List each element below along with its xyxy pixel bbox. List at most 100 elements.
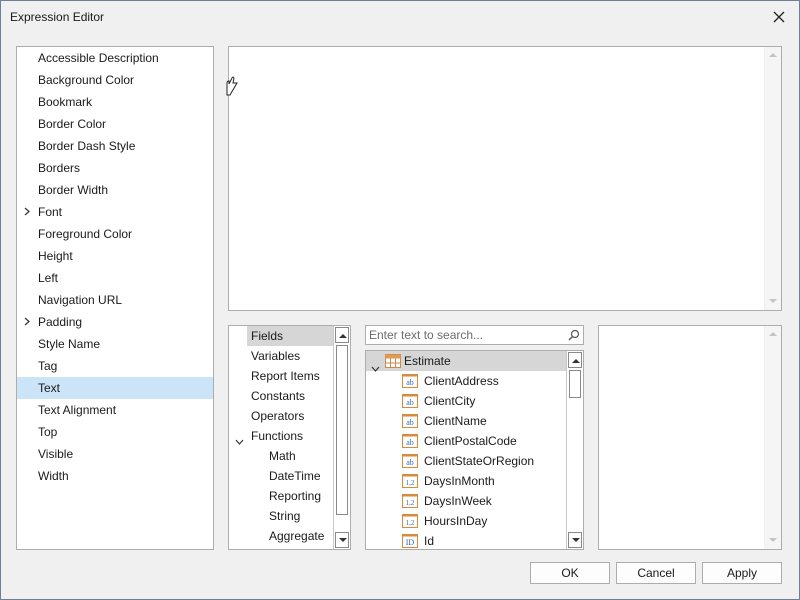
category-item[interactable]: Operators (247, 406, 333, 426)
scroll-down-arrow[interactable] (335, 532, 349, 548)
field-item[interactable]: ID Id (402, 531, 434, 549)
property-item[interactable]: Style Name (17, 333, 213, 355)
category-item[interactable]: Report Items (247, 366, 333, 386)
property-item[interactable]: Height (17, 245, 213, 267)
property-item[interactable]: Top (17, 421, 213, 443)
category-item[interactable]: Reporting (265, 486, 333, 506)
svg-text:1,2: 1,2 (406, 499, 415, 507)
property-label: Bookmark (38, 95, 93, 109)
property-item[interactable]: Visible (17, 443, 213, 465)
property-label: Border Dash Style (38, 139, 136, 153)
category-tree[interactable]: Fields Variables Report Items Constants Oper… (228, 325, 351, 550)
category-item[interactable]: DateTime (265, 466, 333, 486)
scroll-up-arrow[interactable] (765, 326, 781, 342)
scroll-up-arrow[interactable] (568, 352, 582, 368)
category-item[interactable]: Aggregate (265, 526, 333, 546)
scroll-down-arrow[interactable] (765, 533, 781, 549)
apply-button[interactable]: Apply (702, 562, 782, 584)
category-scrollbar[interactable] (333, 326, 350, 549)
scroll-down-arrow[interactable] (568, 532, 582, 548)
scroll-up-arrow[interactable] (765, 47, 781, 63)
svg-text:ab: ab (406, 398, 414, 407)
field-search-box[interactable] (365, 325, 584, 345)
expand-chevron-icon[interactable] (22, 201, 34, 223)
category-label: Aggregate (269, 529, 325, 543)
category-item[interactable]: Constants (247, 386, 333, 406)
scroll-thumb[interactable] (569, 370, 581, 398)
property-label: Top (38, 425, 58, 439)
property-item[interactable]: Left (17, 267, 213, 289)
field-item[interactable]: ab ClientName (402, 411, 487, 431)
field-scrollbar[interactable] (566, 351, 583, 549)
collapse-chevron-icon[interactable] (235, 434, 244, 445)
property-item[interactable]: Border Dash Style (17, 135, 213, 157)
category-item[interactable]: Functions (247, 426, 333, 446)
field-label: ClientPostalCode (424, 434, 517, 448)
svg-text:ab: ab (406, 458, 414, 467)
string-field-icon: ab (402, 414, 418, 428)
expression-scrollbar[interactable] (764, 47, 781, 310)
field-item[interactable]: 1,2 DaysInWeek (402, 491, 492, 511)
string-field-icon: ab (402, 454, 418, 468)
svg-text:ab: ab (406, 438, 414, 447)
category-item[interactable]: String (265, 506, 333, 526)
property-item[interactable]: Foreground Color (17, 223, 213, 245)
property-item[interactable]: Bookmark (17, 91, 213, 113)
category-label: Report Items (251, 369, 320, 383)
property-label: Navigation URL (38, 293, 123, 307)
property-label: Border Color (38, 117, 107, 131)
property-item[interactable]: Tag (17, 355, 213, 377)
description-scrollbar[interactable] (764, 326, 781, 549)
mouse-cursor-icon (226, 76, 238, 96)
chevron-up-icon (339, 334, 347, 338)
property-item[interactable]: Border Color (17, 113, 213, 135)
property-item[interactable]: Width (17, 465, 213, 487)
property-label: Text Alignment (38, 403, 117, 417)
property-list[interactable]: Accessible Description Background Color Bo… (16, 46, 214, 550)
ok-button[interactable]: OK (530, 562, 610, 584)
id-field-icon: ID (402, 534, 418, 548)
category-item[interactable]: Fields (247, 326, 333, 346)
property-label: Tag (38, 359, 58, 373)
property-item[interactable]: Border Width (17, 179, 213, 201)
field-item[interactable]: 1,2 DaysInMonth (402, 471, 495, 491)
property-item[interactable]: Borders (17, 157, 213, 179)
property-item[interactable]: Text (17, 377, 213, 399)
field-item[interactable]: ab ClientStateOrRegion (402, 451, 534, 471)
field-item[interactable]: ab ClientCity (402, 391, 475, 411)
chevron-up-icon (769, 332, 777, 336)
property-item[interactable]: Background Color (17, 69, 213, 91)
field-item[interactable]: ab ClientPostalCode (402, 431, 517, 451)
property-item[interactable]: Padding (17, 311, 213, 333)
property-label: Left (38, 271, 59, 285)
svg-text:1,2: 1,2 (406, 519, 415, 527)
field-item[interactable]: ab ClientAddress (402, 371, 499, 391)
category-label: Constants (251, 389, 306, 403)
search-input[interactable] (366, 326, 562, 344)
scroll-up-arrow[interactable] (335, 327, 349, 343)
scroll-thumb[interactable] (336, 345, 348, 515)
category-label: Math (269, 449, 296, 463)
field-tree[interactable]: Estimate ab ClientAddress ab ClientCity ab Cli… (365, 350, 584, 550)
expression-text-area[interactable] (228, 46, 782, 311)
property-item[interactable]: Accessible Description (17, 47, 213, 69)
close-button[interactable] (769, 7, 789, 27)
cancel-button[interactable]: Cancel (616, 562, 696, 584)
property-item[interactable]: Font (17, 201, 213, 223)
property-item[interactable]: Navigation URL (17, 289, 213, 311)
category-label: Operators (251, 409, 305, 423)
collapse-chevron-icon[interactable] (371, 358, 380, 372)
expand-chevron-icon[interactable] (22, 311, 34, 333)
category-item[interactable]: Variables (247, 346, 333, 366)
scroll-down-arrow[interactable] (765, 294, 781, 310)
property-label: Foreground Color (38, 227, 133, 241)
chevron-up-icon (572, 359, 580, 363)
close-icon (773, 11, 785, 23)
field-item[interactable]: 1,2 HoursInDay (402, 511, 487, 531)
category-label: Reporting (269, 489, 322, 503)
property-label: Background Color (38, 73, 135, 87)
category-item[interactable]: Math (265, 446, 333, 466)
title-bar: Expression Editor (1, 1, 799, 33)
field-root-estimate[interactable]: Estimate (366, 351, 567, 372)
property-item[interactable]: Text Alignment (17, 399, 213, 421)
